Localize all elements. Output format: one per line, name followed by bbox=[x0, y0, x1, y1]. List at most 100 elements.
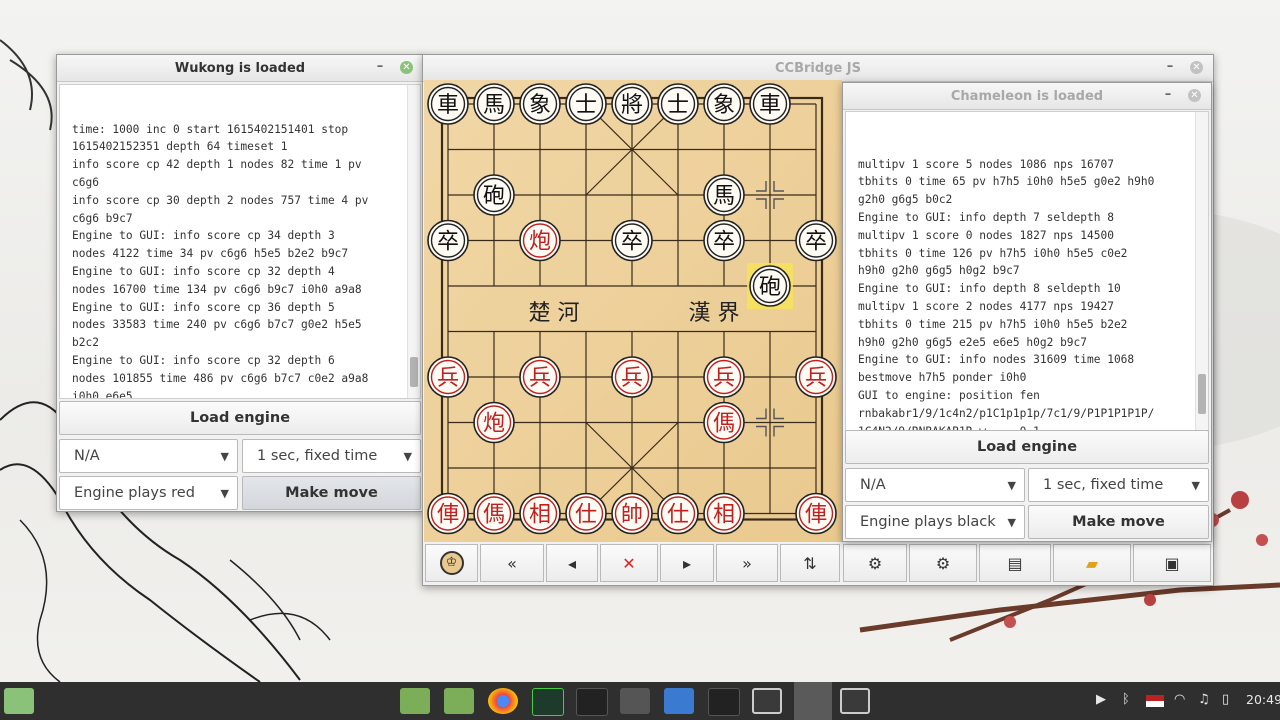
close-icon[interactable]: ✕ bbox=[1188, 89, 1201, 102]
wukong-log-text: time: 1000 inc 0 start 1615402151401 sto… bbox=[60, 121, 420, 398]
chameleon-make-move-button[interactable]: Make move bbox=[1028, 505, 1209, 539]
keyboard-layout-icon[interactable] bbox=[1146, 695, 1164, 707]
swap-button[interactable]: ⇅ bbox=[780, 544, 840, 582]
piece-label: 卒 bbox=[621, 230, 643, 255]
flip-king-button[interactable]: ♔ bbox=[425, 544, 478, 582]
wukong-log-scrollbar[interactable] bbox=[407, 85, 420, 398]
wukong-plays-select[interactable]: Engine plays red ▼ bbox=[59, 476, 238, 510]
battery-icon[interactable]: ▯ bbox=[1222, 692, 1229, 707]
chameleon-load-engine-button[interactable]: Load engine bbox=[845, 430, 1209, 464]
double-left-icon: « bbox=[507, 553, 517, 573]
stop-button[interactable]: ✕ bbox=[600, 544, 658, 582]
wukong-time-select[interactable]: 1 sec, fixed time ▼ bbox=[242, 439, 421, 473]
red-piece[interactable]: 炮 bbox=[473, 401, 515, 444]
calculator-icon[interactable] bbox=[620, 688, 650, 714]
clock[interactable]: 20:49 bbox=[1246, 692, 1280, 707]
music-icon[interactable]: ♫ bbox=[1198, 692, 1210, 707]
right-icon: ▸ bbox=[682, 553, 692, 573]
red-piece[interactable]: 兵 bbox=[519, 356, 561, 398]
black-piece[interactable]: 砲 bbox=[473, 174, 515, 216]
terminal-icon[interactable] bbox=[576, 688, 608, 716]
chameleon-log-scrollbar[interactable] bbox=[1195, 112, 1208, 430]
system-monitor-icon[interactable] bbox=[532, 688, 564, 716]
window-icon[interactable] bbox=[752, 688, 782, 714]
red-piece[interactable]: 帥 bbox=[611, 492, 653, 535]
chameleon-log[interactable]: multipv 1 score 5 nodes 1086 nps 16707 tb… bbox=[845, 111, 1209, 431]
piece-label: 卒 bbox=[437, 230, 459, 255]
black-piece[interactable]: 象 bbox=[703, 83, 745, 125]
video-icon[interactable]: ▶ bbox=[1096, 692, 1106, 707]
black-piece[interactable]: 車 bbox=[749, 83, 791, 125]
chameleon-time-select[interactable]: 1 sec, fixed time ▼ bbox=[1028, 468, 1209, 502]
last-move-button[interactable]: » bbox=[716, 544, 778, 582]
chrome-icon[interactable] bbox=[488, 688, 518, 714]
window-active-icon[interactable] bbox=[794, 682, 832, 720]
new-file-button[interactable]: ▤ bbox=[979, 544, 1051, 582]
close-icon[interactable]: ✕ bbox=[1190, 61, 1203, 74]
red-piece[interactable]: 傌 bbox=[473, 492, 515, 535]
minimize-icon[interactable]: – bbox=[1161, 87, 1175, 102]
files-icon[interactable] bbox=[400, 688, 430, 714]
black-piece[interactable]: 砲 bbox=[749, 265, 791, 307]
chameleon-engine-select[interactable]: N/A ▼ bbox=[845, 468, 1025, 502]
taskbar: ▶ ᛒ ◠ ♫ ▯ 20:49 bbox=[0, 682, 1280, 720]
red-piece[interactable]: 兵 bbox=[427, 356, 469, 398]
red-piece[interactable]: 兵 bbox=[795, 356, 837, 398]
red-piece[interactable]: 兵 bbox=[703, 356, 745, 398]
red-piece[interactable]: 相 bbox=[703, 492, 745, 535]
open-folder-button[interactable]: ▰ bbox=[1053, 544, 1131, 582]
first-move-button[interactable]: « bbox=[480, 544, 544, 582]
red-piece[interactable]: 俥 bbox=[795, 492, 837, 535]
next-move-button[interactable]: ▸ bbox=[660, 544, 714, 582]
wukong-load-engine-button[interactable]: Load engine bbox=[59, 401, 421, 435]
red-piece[interactable]: 相 bbox=[519, 492, 561, 535]
camera-icon[interactable] bbox=[664, 688, 694, 714]
xiangqi-board[interactable]: 楚 河 漢 界 車馬象士將士象車砲 馬卒卒卒卒砲炮兵兵兵兵兵炮 傌俥傌相仕帥仕相俥 bbox=[424, 80, 842, 542]
minimize-icon[interactable]: – bbox=[373, 59, 387, 74]
black-piece[interactable]: 卒 bbox=[611, 219, 653, 262]
log-line: Engine to GUI: info score cp 32 depth 6 bbox=[72, 353, 335, 367]
settings-button-1[interactable]: ⚙ bbox=[843, 544, 907, 582]
chameleon-plays-select[interactable]: Engine plays black ▼ bbox=[845, 505, 1025, 539]
red-piece[interactable]: 炮 bbox=[519, 219, 561, 262]
black-piece[interactable]: 馬 bbox=[473, 83, 515, 125]
piece-label: 馬 bbox=[483, 93, 505, 118]
wukong-title: Wukong is loaded bbox=[174, 60, 306, 76]
close-icon[interactable]: ✕ bbox=[400, 61, 413, 74]
save-button[interactable]: ▣ bbox=[1133, 544, 1211, 582]
wukong-engine-select[interactable]: N/A ▼ bbox=[59, 439, 238, 473]
black-piece[interactable]: 馬 bbox=[703, 174, 745, 216]
piece-label: 炮 bbox=[529, 230, 551, 255]
close-x-icon: ✕ bbox=[622, 553, 636, 573]
black-piece[interactable]: 將 bbox=[611, 83, 653, 125]
black-piece[interactable]: 卒 bbox=[795, 219, 837, 262]
wukong-log[interactable]: time: 1000 inc 0 start 1615402151401 sto… bbox=[59, 84, 421, 399]
black-piece[interactable]: 車 bbox=[427, 83, 469, 125]
mint-menu-icon[interactable] bbox=[4, 688, 34, 714]
scroll-thumb[interactable] bbox=[410, 357, 418, 387]
black-piece[interactable]: 象 bbox=[519, 83, 561, 125]
piece-label: 砲 bbox=[759, 275, 781, 300]
window-icon[interactable] bbox=[840, 688, 870, 714]
piece-label: 仕 bbox=[667, 503, 689, 528]
wifi-icon[interactable]: ◠ bbox=[1174, 692, 1185, 707]
red-piece[interactable]: 仕 bbox=[657, 492, 699, 535]
black-piece[interactable]: 士 bbox=[657, 83, 699, 125]
minimize-icon[interactable]: – bbox=[1163, 59, 1177, 74]
bluetooth-icon[interactable]: ᛒ bbox=[1122, 692, 1130, 707]
prev-move-button[interactable]: ◂ bbox=[546, 544, 598, 582]
red-piece[interactable]: 仕 bbox=[565, 492, 607, 535]
settings-button-2[interactable]: ⚙ bbox=[909, 544, 977, 582]
terminal-icon[interactable] bbox=[708, 688, 740, 716]
black-piece[interactable]: 卒 bbox=[427, 219, 469, 262]
folder-icon[interactable] bbox=[444, 688, 474, 714]
scroll-thumb[interactable] bbox=[1198, 374, 1206, 414]
black-piece[interactable]: 士 bbox=[565, 83, 607, 125]
black-piece[interactable]: 卒 bbox=[703, 219, 745, 262]
red-piece[interactable]: 傌 bbox=[703, 401, 745, 444]
piece-label: 士 bbox=[575, 93, 597, 118]
red-piece[interactable]: 兵 bbox=[611, 356, 653, 398]
wukong-engine-select-value: N/A bbox=[74, 448, 100, 464]
wukong-make-move-button[interactable]: Make move bbox=[242, 476, 421, 510]
red-piece[interactable]: 俥 bbox=[427, 492, 469, 535]
